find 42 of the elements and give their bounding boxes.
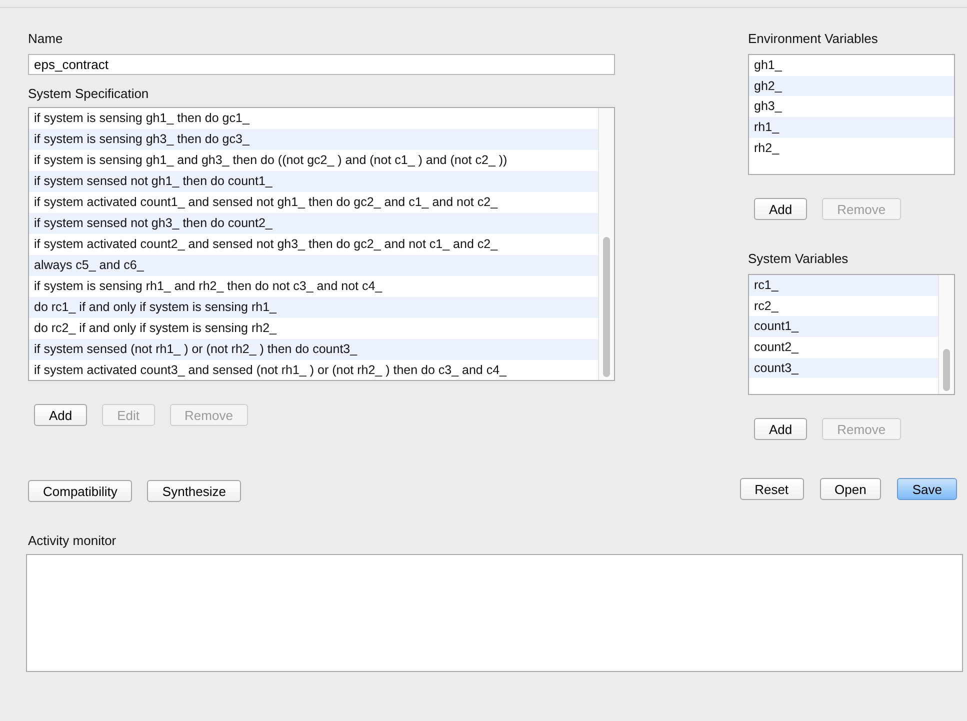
specification-row[interactable]: if system sensed not gh1_ then do count1_ [29, 171, 598, 192]
specification-row[interactable]: always c5_ and c6_ [29, 255, 598, 276]
variable-row[interactable]: gh1_ [749, 55, 954, 76]
variable-row[interactable]: rh2_ [749, 138, 954, 158]
variable-row[interactable]: count3_ [749, 358, 938, 378]
scrollbar-thumb[interactable] [943, 349, 950, 391]
list-button[interactable]: Add [754, 418, 808, 440]
variable-row[interactable]: rc1_ [749, 275, 938, 296]
specification-row[interactable]: if system activated count3_ and sensed (not rh1_ ) or (not rh2_ ) then do c3_ and c4_ [29, 360, 598, 381]
action-button[interactable]: Compatibility [28, 480, 132, 502]
scrollbar-thumb[interactable] [603, 237, 610, 377]
specification-row[interactable]: if system is sensing gh1_ and gh3_ then do ((not gc2_ ) and (not c1_ ) and (not c2_ )) [29, 150, 598, 171]
system-specification-label: System Specification [28, 85, 150, 103]
specification-row[interactable]: if system activated count1_ and sensed not gh1_ then do gc2_ and c1_ and not c2_ [29, 192, 598, 213]
specification-row[interactable]: if system is sensing gh3_ then do gc3_ [29, 129, 598, 150]
variable-row[interactable]: gh3_ [749, 96, 954, 118]
specification-row[interactable]: if system sensed (not rh1_ ) or (not rh2_ ) then do count3_ [29, 339, 598, 360]
specification-row[interactable]: if system is sensing rh1_ and rh2_ then do not c3_ and not c4_ [29, 276, 598, 297]
file-button[interactable]: Reset [740, 478, 804, 500]
action-button[interactable]: Synthesize [147, 480, 242, 502]
specification-row[interactable]: if system is sensing gh1_ then do gc1_ [29, 108, 598, 129]
environment-variables-label: Environment Variables [748, 30, 879, 48]
variable-row[interactable]: count2_ [749, 337, 938, 358]
specification-row[interactable]: if system activated count2_ and sensed not gh3_ then do gc2_ and not c1_ and c2_ [29, 234, 598, 255]
system-variables-list[interactable]: rc1_ rc2_ count1_ count2_ count3_ [748, 274, 955, 395]
specification-row[interactable]: do rc1_ if and only if system is sensing rh1_ [29, 297, 598, 318]
file-button[interactable]: Open [820, 478, 882, 500]
specification-list[interactable] [28, 107, 615, 381]
list-button[interactable]: Add [34, 404, 88, 426]
variable-row[interactable]: rh1_ [749, 117, 954, 138]
file-button[interactable]: Save [897, 478, 957, 500]
name-field[interactable]: eps_contract [28, 54, 615, 75]
system-variables-label: System Variables [748, 250, 850, 268]
specification-row[interactable]: if system sensed not gh3_ then do count2_ [29, 213, 598, 234]
activity-monitor-label: Activity monitor [28, 532, 118, 550]
list-button[interactable]: Add [754, 198, 808, 220]
specification-row[interactable]: do rc2_ if and only if system is sensing rh2_ [29, 318, 598, 339]
name-label: Name [28, 30, 64, 48]
variable-row[interactable]: count1_ [749, 316, 938, 338]
variable-row[interactable]: rc2_ [749, 296, 938, 316]
environment-variables-list[interactable]: gh1_ gh2_ gh3_ rh1_ rh2_ [748, 54, 955, 175]
variable-row[interactable]: gh2_ [749, 76, 954, 96]
